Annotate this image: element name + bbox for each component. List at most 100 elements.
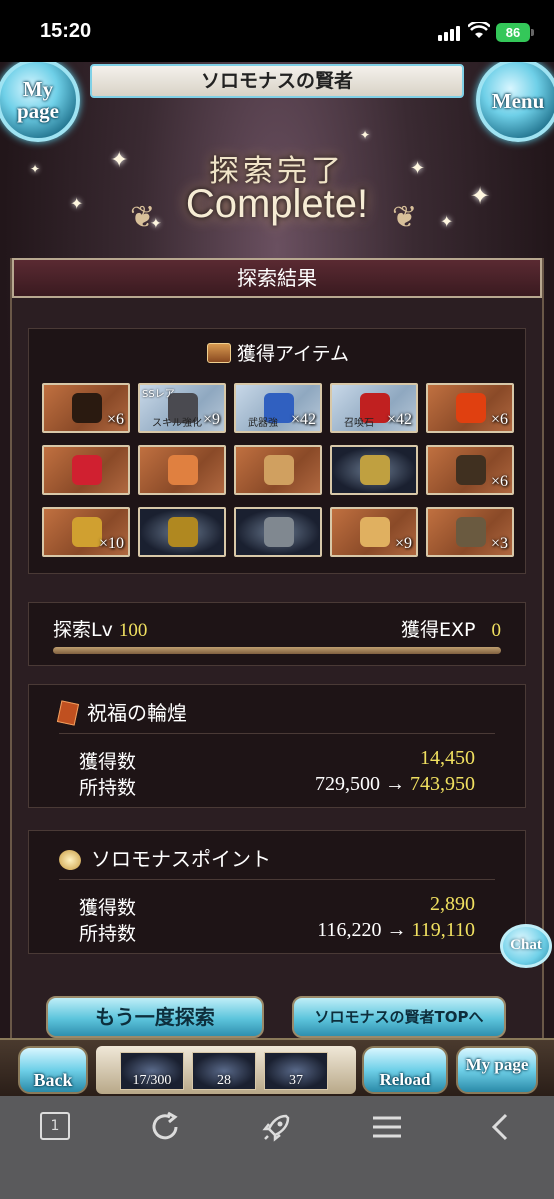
item-count: ×6 [106, 411, 124, 428]
gained-label: 獲得数 [79, 897, 137, 919]
back-label: Back [33, 1070, 73, 1090]
menu-orb-button[interactable]: Menu [476, 62, 554, 142]
reward-item[interactable] [234, 507, 322, 557]
quick-slot[interactable]: 17/300 [120, 1052, 184, 1090]
items-title-label: 獲得アイテム [236, 343, 350, 365]
owned-label: 所持数 [79, 777, 137, 799]
reward-item[interactable] [138, 445, 226, 495]
chat-button[interactable]: Chat [500, 924, 552, 968]
currency-title: ソロモナスポイント [57, 843, 271, 873]
item-count: ×42 [290, 411, 316, 428]
level-label: 探索Lv 100 [53, 615, 147, 642]
item-label: 武器強 [248, 418, 278, 429]
reward-item[interactable]: 武器強 ×42 [234, 383, 322, 433]
orb-icon [360, 517, 390, 547]
gold-coin-icon [72, 517, 102, 547]
mypage-orb-button[interactable]: My page [0, 62, 80, 142]
page-title: ソロモナスの賢者 [90, 64, 464, 98]
item-count: ×6 [490, 411, 508, 428]
reward-item[interactable]: ×9 [330, 507, 418, 557]
back-chevron-icon[interactable] [484, 1110, 518, 1144]
gained-value: 14,450 [420, 747, 475, 769]
reward-item[interactable]: ×6 [42, 383, 130, 433]
explore-again-button[interactable]: もう一度探索 [46, 996, 264, 1038]
silver-cube-icon [264, 517, 294, 547]
exp-label: 獲得EXP 0 [401, 615, 501, 642]
wifi-icon [468, 22, 490, 38]
rarity-tag: SSレア [142, 389, 175, 400]
reward-item[interactable]: ×6 [426, 445, 514, 495]
level-section: 探索Lv 100 獲得EXP 0 [28, 602, 526, 666]
card-icon [56, 700, 80, 726]
level-label-text: 探索Lv [53, 619, 113, 641]
potion-icon [456, 393, 486, 423]
reward-item[interactable]: ×6 [426, 383, 514, 433]
quick-slot-count: 28 [217, 1073, 231, 1088]
arrow-right-icon: → [386, 919, 412, 941]
gained-value: 2,890 [430, 893, 475, 915]
reward-item[interactable] [330, 445, 418, 495]
tabs-button[interactable]: 1 [40, 1112, 70, 1140]
earrings-icon [168, 455, 198, 485]
item-count: ×10 [98, 535, 124, 552]
items-section: 獲得アイテム ×6 SSレア スキル強化 ×9 武器強 ×42 召喚石 ×42 ×6 ×6 ×10 ×… [28, 328, 526, 574]
currency-section-points: ソロモナスポイント 獲得数 2,890 所持数 116,220 → 119,11… [28, 830, 526, 954]
mypage-button[interactable]: My page [456, 1046, 538, 1094]
currency-name: ソロモナスポイント [91, 847, 271, 871]
owned-before: 116,220 [317, 919, 382, 941]
item-label: スキル強化 [152, 418, 202, 429]
divider [59, 879, 495, 880]
gear-ornament-icon [360, 455, 390, 485]
bottom-nav: Back 17/300 28 37 Reload My page [0, 1038, 554, 1096]
solomonas-top-button[interactable]: ソロモナスの賢者TOPへ [292, 996, 506, 1038]
exp-value: 0 [491, 620, 502, 641]
reload-button[interactable]: Reload [362, 1046, 448, 1094]
rocket-icon[interactable] [260, 1110, 294, 1144]
game-screen: ソロモナスの賢者 My page Menu ✦ ✦ ✦ ✦ ✦ ✦ ✦ ✦ 探索… [0, 62, 554, 1096]
gold-cube-icon [168, 517, 198, 547]
arrow-right-icon: → [385, 773, 410, 795]
quick-slots: 17/300 28 37 [96, 1046, 356, 1094]
exp-label-text: 獲得EXP [400, 619, 476, 641]
browser-toolbar: 1 [0, 1096, 554, 1199]
quick-slot[interactable]: 37 [264, 1052, 328, 1090]
reward-item[interactable]: SSレアスキル強化 ×9 [138, 383, 226, 433]
mypage-orb-label: My page [17, 77, 59, 123]
battery-icon: 86 [496, 23, 534, 42]
currency-section-blessing: 祝福の輪煌 獲得数 14,450 所持数 729,500 → 743,950 [28, 684, 526, 808]
exp-bar [53, 647, 501, 654]
sparkle-icon: ✦ [360, 128, 371, 142]
quick-slot[interactable]: 28 [192, 1052, 256, 1090]
results-header: 探索結果 [12, 258, 542, 298]
menu-icon[interactable] [370, 1110, 404, 1144]
divider [59, 733, 495, 734]
gained-label: 獲得数 [79, 751, 137, 773]
star-point-icon [57, 847, 83, 873]
reward-item[interactable] [234, 445, 322, 495]
quick-slot-count: 17/300 [132, 1073, 172, 1088]
reward-item[interactable] [138, 507, 226, 557]
flourish-right-icon: ❦ [392, 200, 418, 235]
quick-slot-count: 37 [289, 1073, 303, 1088]
item-count: ×9 [202, 411, 220, 428]
menu-orb-label: Menu [491, 89, 545, 113]
item-label: 召喚石 [344, 418, 374, 429]
items-grid: ×6 SSレア スキル強化 ×9 武器強 ×42 召喚石 ×42 ×6 ×6 ×10 ×9 ×3 [42, 383, 514, 557]
complete-title-en: Complete! [185, 182, 369, 226]
reload-icon[interactable] [148, 1110, 182, 1144]
back-button[interactable]: Back [18, 1046, 88, 1094]
reward-item[interactable] [42, 445, 130, 495]
currency-name: 祝福の輪煌 [87, 701, 187, 725]
items-title: 獲得アイテム [29, 339, 527, 366]
owned-label: 所持数 [79, 923, 137, 945]
reward-item[interactable]: ×3 [426, 507, 514, 557]
status-time: 15:20 [40, 20, 92, 42]
reward-item[interactable]: 召喚石 ×42 [330, 383, 418, 433]
reload-label: Reload [379, 1070, 431, 1089]
reward-item[interactable]: ×10 [42, 507, 130, 557]
item-count: ×9 [394, 535, 412, 552]
signal-icon [438, 26, 460, 41]
owned-before: 729,500 [315, 773, 380, 795]
owned-after: 119,110 [411, 919, 475, 941]
cog-icon [456, 517, 486, 547]
